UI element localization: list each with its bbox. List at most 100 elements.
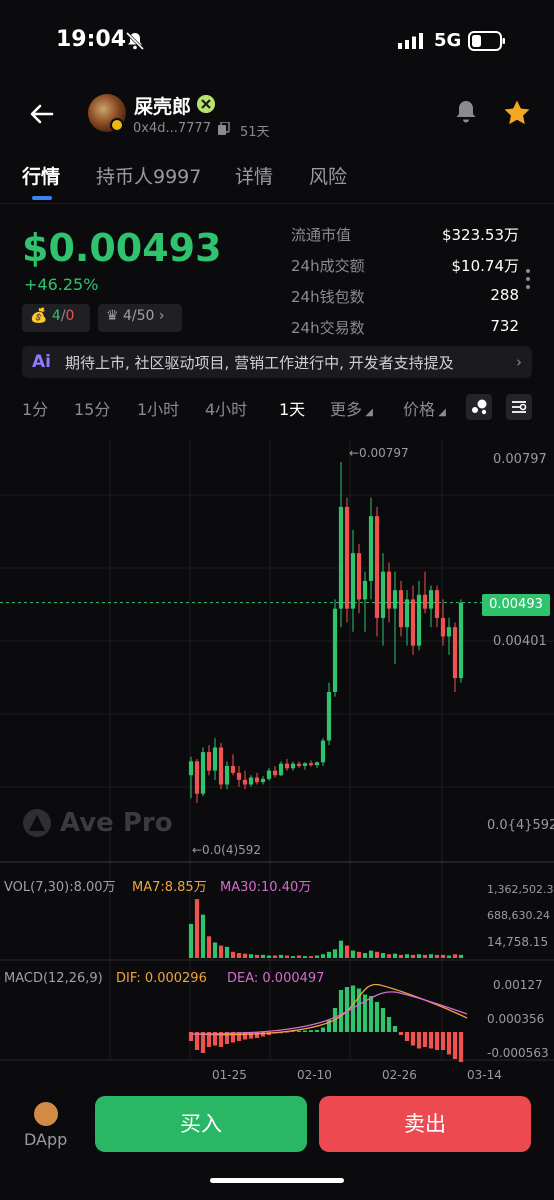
volume-bar — [266, 955, 272, 958]
volume-bar — [338, 940, 344, 958]
volume-bar — [248, 954, 254, 958]
vol-label: VOL(7,30):8.00万 — [4, 880, 116, 895]
dapp-icon[interactable] — [34, 1102, 58, 1126]
candle-body — [218, 747, 224, 785]
price-alert-icon[interactable] — [452, 98, 480, 126]
dif-label: DIF: 0.000296 — [116, 971, 207, 986]
volume-bar — [434, 954, 440, 958]
candle-body — [194, 761, 200, 794]
stat-label-wallets: 24h钱包数 — [291, 288, 365, 306]
chart-settings-icon[interactable] — [506, 394, 532, 420]
candle-body — [458, 602, 464, 679]
active-tab-indicator — [32, 196, 52, 200]
interval-4h[interactable]: 4小时 — [205, 396, 247, 420]
verified-badge-icon — [197, 95, 215, 113]
volume-bar — [326, 951, 332, 958]
low-marker: ←0.0(4)592 — [192, 843, 262, 857]
vol-axis-low: 14,758.15 — [487, 935, 549, 949]
volume-bar — [188, 923, 194, 958]
candle-body — [404, 599, 410, 628]
candle-body — [428, 590, 434, 609]
candle-body — [254, 777, 260, 783]
volume-bar — [212, 942, 218, 958]
candle-body — [248, 777, 254, 785]
buy-button[interactable]: 买入 — [95, 1096, 307, 1152]
date-label: 02-26 — [382, 1068, 417, 1082]
vol-axis-high: 1,362,502.34 — [487, 883, 554, 896]
macd-bar — [296, 1030, 302, 1032]
volume-bar — [284, 955, 290, 958]
vol-axis-mid: 688,630.24 — [487, 909, 550, 922]
home-indicator — [210, 1178, 344, 1183]
macd-bar — [434, 1032, 440, 1050]
interval-1d[interactable]: 1天 — [279, 396, 305, 420]
current-price-tag: 0.00493 — [482, 594, 550, 616]
interval-more[interactable]: 更多 ◢ — [330, 396, 373, 420]
tab-risk[interactable]: 风险 — [309, 162, 347, 189]
candle-body — [398, 590, 404, 628]
candle-body — [326, 691, 332, 741]
back-arrow-icon[interactable] — [28, 100, 56, 128]
dapp-label[interactable]: DApp — [24, 1130, 67, 1149]
tab-details[interactable]: 详情 — [235, 162, 273, 189]
battery-icon — [468, 31, 505, 51]
sniper-count-a: 4 — [51, 308, 61, 324]
tab-holders[interactable]: 持币人9997 — [96, 162, 201, 189]
copy-icon[interactable] — [218, 122, 230, 135]
price-change: +46.25% — [24, 275, 99, 294]
ave-logo-icon — [23, 809, 51, 837]
token-address[interactable]: 0x4d...7777 — [133, 121, 211, 136]
macd-bar — [314, 1029, 320, 1032]
price-chart[interactable] — [0, 440, 554, 1090]
interval-1m[interactable]: 1分 — [22, 396, 48, 420]
macd-bar — [398, 1032, 404, 1035]
macd-bar — [446, 1032, 452, 1055]
candle-body — [236, 772, 242, 780]
volume-bar — [200, 914, 206, 958]
macd-bar — [404, 1032, 410, 1041]
volume-bar — [374, 951, 380, 958]
interval-15m[interactable]: 15分 — [74, 396, 110, 420]
chart-type-price[interactable]: 价格 ◢ — [403, 396, 446, 420]
candle-body — [320, 740, 326, 763]
volume-bar — [308, 956, 314, 958]
favorite-star-icon[interactable] — [502, 98, 532, 128]
more-vertical-icon[interactable] — [525, 268, 531, 290]
volume-bar — [392, 953, 398, 958]
candle-body — [434, 590, 440, 618]
sniper-count-b: 0 — [65, 308, 75, 324]
indicator-dots-icon[interactable] — [466, 394, 492, 420]
token-age: 51天 — [240, 125, 270, 140]
volume-bar — [278, 954, 284, 958]
macd-bar — [380, 1008, 386, 1032]
money-bag-icon: 💰 — [30, 308, 48, 324]
sell-button[interactable]: 卖出 — [319, 1096, 531, 1152]
volume-bar — [206, 936, 212, 958]
candle-body — [260, 778, 266, 783]
macd-bar — [200, 1032, 206, 1053]
candle-body — [374, 516, 380, 618]
date-label: 01-25 — [212, 1068, 247, 1082]
sniper-pill[interactable]: 💰 4/0 — [22, 304, 90, 332]
macd-bar — [428, 1032, 434, 1049]
macd-bar — [374, 1002, 380, 1032]
ai-summary-bar[interactable]: Ai 期待上市, 社区驱动项目, 营销工作进行中, 开发者支持提及 › — [22, 346, 532, 378]
tab-market[interactable]: 行情 — [22, 162, 60, 189]
macd-bar — [458, 1032, 464, 1062]
volume-bar — [398, 954, 404, 958]
stat-label-volume: 24h成交额 — [291, 257, 365, 275]
tab-bar: 行情 持币人9997 详情 风险 — [0, 160, 554, 204]
volume-bar — [404, 954, 410, 958]
candle-body — [284, 763, 290, 769]
volume-bar — [314, 955, 320, 958]
volume-bar — [260, 954, 266, 958]
interval-1h[interactable]: 1小时 — [137, 396, 179, 420]
ma30-label: MA30:10.40万 — [220, 880, 312, 895]
price-axis-mid: 0.00401 — [493, 634, 547, 649]
volume-bar — [296, 955, 302, 958]
candle-body — [290, 763, 296, 769]
dev-pill[interactable]: ♛ 4/50 › — [98, 304, 182, 332]
stat-value-trades: 732 — [490, 317, 519, 335]
volume-bar — [428, 954, 434, 958]
volume-bar — [446, 955, 452, 958]
